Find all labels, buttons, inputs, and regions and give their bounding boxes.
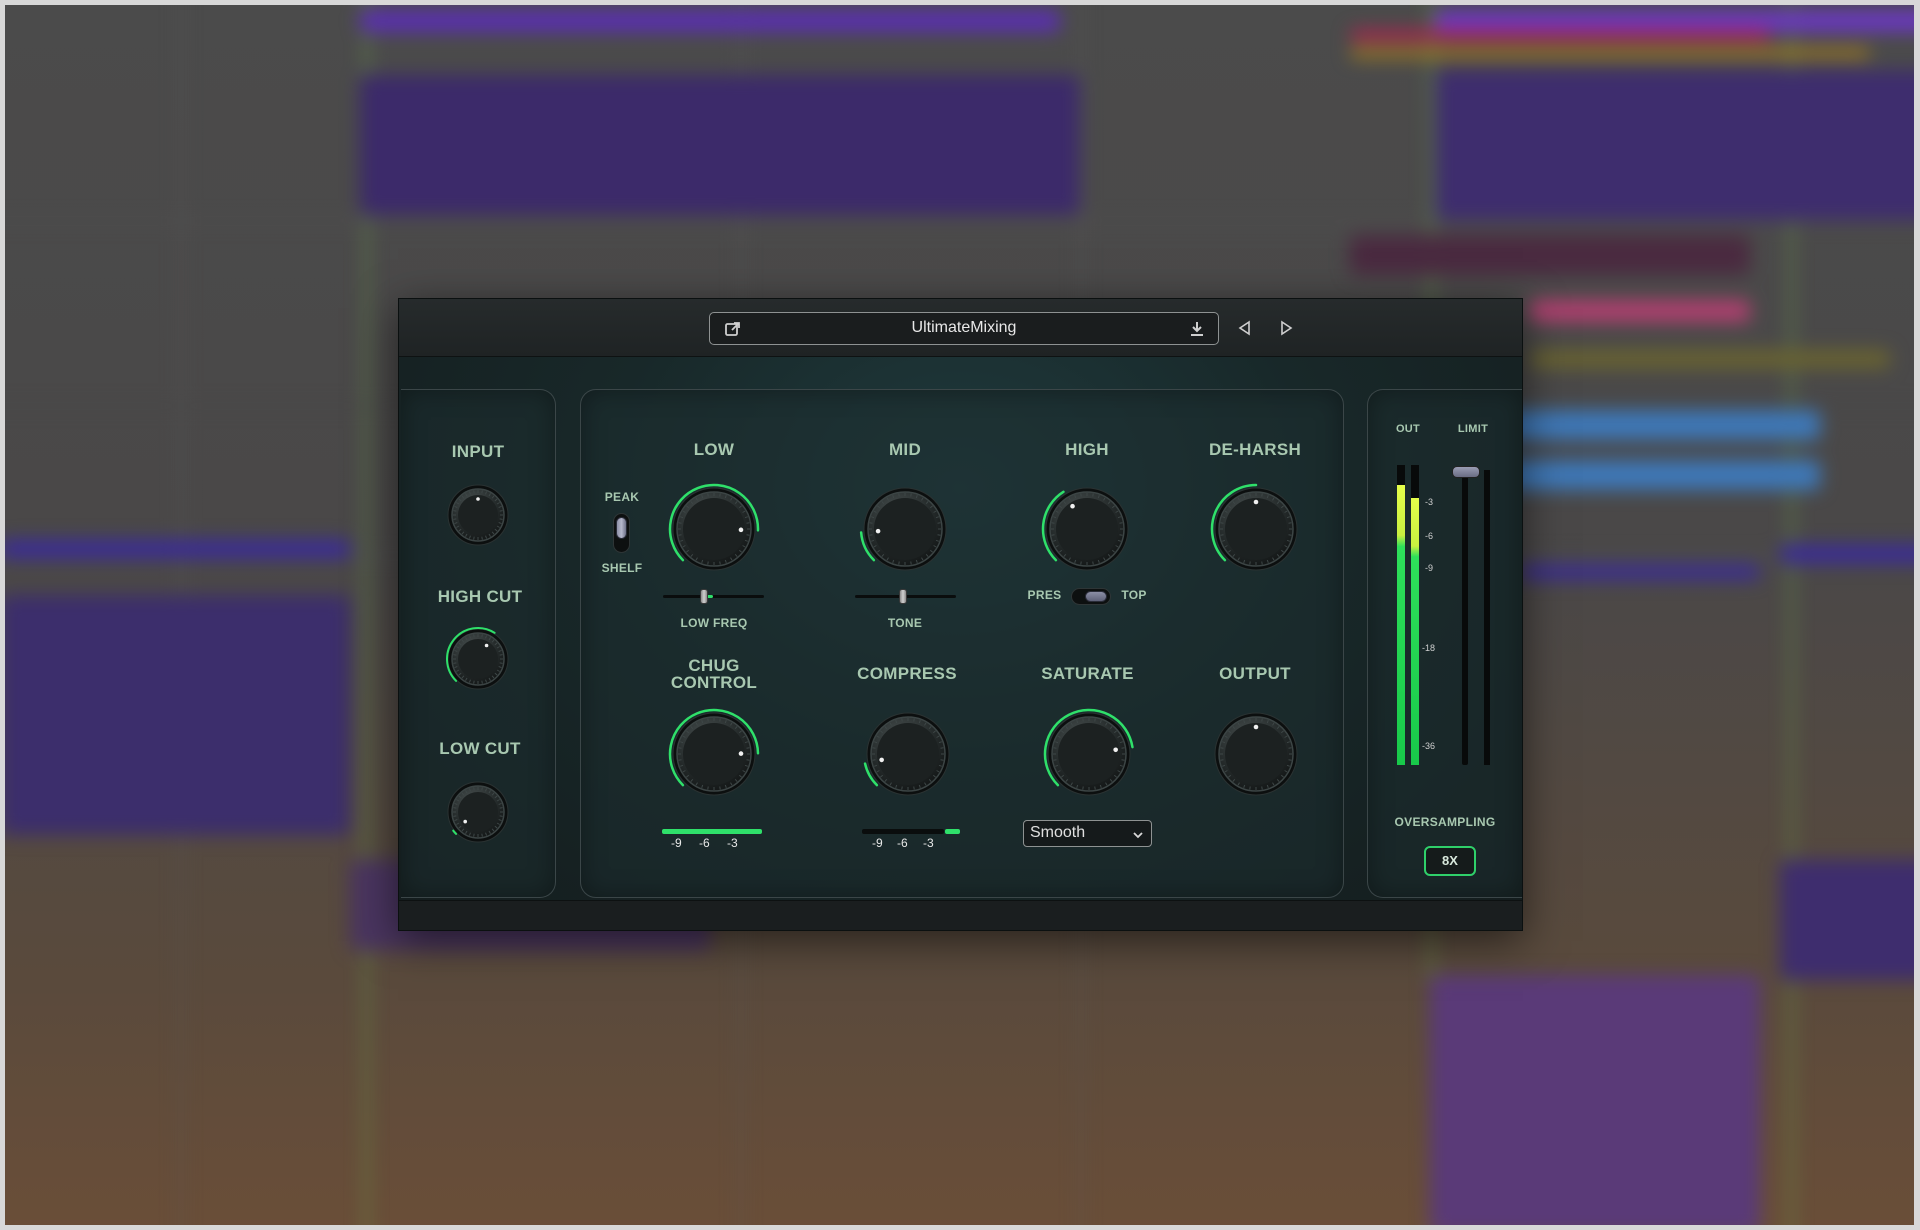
triangle-right-icon[interactable] <box>1278 319 1294 337</box>
compress-label: COMPRESS <box>857 664 957 683</box>
vu-scale-tick: -18 <box>1422 643 1436 653</box>
compress-tick: -6 <box>897 836 908 850</box>
saturate-mode-value: Smooth <box>1030 824 1086 841</box>
chug-tick: -3 <box>727 836 738 850</box>
compress-knob[interactable] <box>860 706 956 802</box>
out-label: OUT <box>1395 423 1421 435</box>
saturate-label: SATURATE <box>1041 664 1134 683</box>
pres-label: PRES <box>1027 588 1062 602</box>
tone-slider-handle[interactable] <box>899 589 907 604</box>
low-freq-label: LOW FREQ <box>680 616 748 630</box>
compress-meter-bar <box>945 829 960 834</box>
vu-scale-tick: -36 <box>1422 741 1436 751</box>
peak-label: PEAK <box>604 490 640 504</box>
low-cut-knob[interactable] <box>444 778 512 846</box>
limit-meter <box>1484 470 1490 765</box>
download-icon[interactable] <box>1188 320 1206 338</box>
oversampling-button[interactable]: 8X <box>1424 846 1476 876</box>
low-knob[interactable] <box>666 481 762 577</box>
limit-label: LIMIT <box>1457 423 1489 435</box>
de-harsh-knob[interactable] <box>1208 481 1304 577</box>
peak-shelf-toggle[interactable] <box>613 513 630 553</box>
vu-meter-left <box>1397 465 1405 765</box>
chug-control-label: CHUG CONTROL <box>654 657 774 691</box>
input-knob[interactable] <box>444 481 512 549</box>
tone-label: TONE <box>887 616 923 630</box>
preset-selector[interactable]: UltimateMixing <box>709 312 1219 345</box>
oversampling-label: OVERSAMPLING <box>1394 815 1496 829</box>
chevron-down-icon <box>1131 826 1145 840</box>
chug-label-line2: CONTROL <box>670 673 758 692</box>
saturate-knob[interactable] <box>1041 706 1137 802</box>
shelf-label: SHELF <box>601 561 643 575</box>
open-external-icon[interactable] <box>724 320 742 338</box>
high-cut-label: HIGH CUT <box>437 587 523 606</box>
output-label: OUTPUT <box>1219 664 1291 683</box>
preset-name[interactable]: UltimateMixing <box>770 313 1158 343</box>
pres-top-toggle[interactable] <box>1071 588 1111 605</box>
vu-meter-right <box>1411 465 1419 765</box>
vu-scale-tick: -9 <box>1425 563 1434 573</box>
output-knob[interactable] <box>1208 706 1304 802</box>
vu-meter-left-fill <box>1397 485 1405 765</box>
vu-scale-tick: -3 <box>1425 497 1434 507</box>
plugin-header: UltimateMixing <box>399 299 1522 357</box>
limit-slider-track[interactable] <box>1462 470 1468 765</box>
low-freq-slider-track[interactable] <box>663 595 764 598</box>
input-label: INPUT <box>451 442 505 461</box>
compress-tick: -9 <box>872 836 883 850</box>
toggle-thumb <box>616 517 627 539</box>
saturate-mode-select[interactable]: Smooth <box>1023 820 1152 847</box>
triangle-left-icon[interactable] <box>1237 319 1253 337</box>
plugin-footer <box>399 900 1522 930</box>
compress-tick: -3 <box>923 836 934 850</box>
mid-knob[interactable] <box>857 481 953 577</box>
low-cut-label: LOW CUT <box>439 739 521 758</box>
plugin-window: UltimateMixing <box>398 298 1523 931</box>
mid-label: MID <box>888 440 922 459</box>
vu-scale-tick: -6 <box>1425 531 1434 541</box>
compress-meter-track <box>862 829 944 834</box>
toggle-thumb <box>1085 591 1107 602</box>
low-freq-slider-handle[interactable] <box>700 589 708 604</box>
top-label: TOP <box>1121 588 1147 602</box>
high-cut-knob[interactable] <box>444 625 512 693</box>
limit-slider-handle[interactable] <box>1452 466 1480 478</box>
high-knob[interactable] <box>1039 481 1135 577</box>
chug-tick: -9 <box>671 836 682 850</box>
high-label: HIGH <box>1065 440 1109 459</box>
de-harsh-label: DE-HARSH <box>1208 440 1302 459</box>
main-panel <box>580 389 1344 898</box>
chug-meter-bar <box>662 829 762 834</box>
chug-tick: -6 <box>699 836 710 850</box>
low-label: LOW <box>693 440 735 459</box>
chug-control-knob[interactable] <box>666 706 762 802</box>
vu-meter-right-fill <box>1411 498 1419 765</box>
